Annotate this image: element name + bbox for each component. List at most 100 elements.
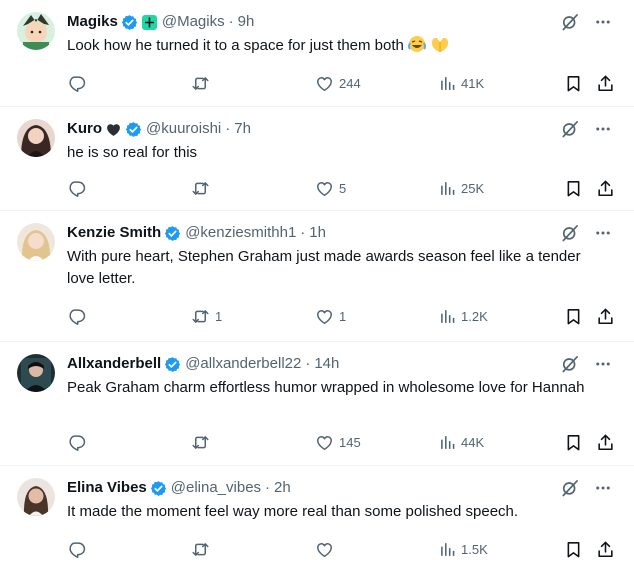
bookmark-button[interactable] <box>564 73 583 93</box>
tweet-text: It made the moment feel way more real th… <box>67 501 607 523</box>
tweet-text: Look how he turned it to a space for jus… <box>67 35 607 60</box>
like-button[interactable]: 1 <box>315 306 346 326</box>
more-icon[interactable] <box>594 224 612 242</box>
more-icon[interactable] <box>594 355 612 373</box>
user-handle[interactable]: @kuuroishi <box>146 119 221 139</box>
timestamp[interactable]: 2h <box>274 478 291 498</box>
views-button[interactable]: 25K <box>439 178 484 198</box>
timestamp[interactable]: 1h <box>309 223 326 243</box>
views-icon <box>439 308 456 325</box>
tweet-text-content: It made the moment feel way more real th… <box>67 503 519 520</box>
user-handle[interactable]: @allxanderbell22 <box>185 354 301 374</box>
grok-icon[interactable] <box>560 478 580 498</box>
bookmark-button[interactable] <box>564 539 583 559</box>
verified-badge-icon <box>164 225 181 242</box>
display-name[interactable]: Kenzie Smith <box>67 223 161 243</box>
black-heart-emoji-icon <box>105 121 122 138</box>
retweet-button[interactable]: 1 <box>191 306 222 326</box>
reply-icon <box>67 307 86 326</box>
retweet-button[interactable] <box>191 432 215 452</box>
avatar[interactable] <box>17 223 55 261</box>
views-button[interactable]: 41K <box>439 73 484 93</box>
laughing-crying-emoji-icon <box>407 35 426 60</box>
reply-button[interactable] <box>67 432 91 452</box>
share-button[interactable] <box>596 432 615 452</box>
avatar[interactable] <box>17 119 55 157</box>
reply-button[interactable] <box>67 178 91 198</box>
reply-button[interactable] <box>67 73 91 93</box>
bookmark-icon <box>564 433 583 452</box>
share-button[interactable] <box>596 539 615 559</box>
tweet-header-icons <box>560 12 612 32</box>
tweet-header-icons <box>560 119 612 139</box>
bookmark-button[interactable] <box>564 306 583 326</box>
heart-icon <box>315 74 334 93</box>
avatar[interactable] <box>17 12 55 50</box>
heart-icon <box>315 433 334 452</box>
reply-button[interactable] <box>67 306 91 326</box>
share-button[interactable] <box>596 73 615 93</box>
separator-dot: · <box>228 13 234 30</box>
tweet-kuro[interactable]: Kuro @kuuroishi · 7h he is so real for t… <box>0 107 634 211</box>
display-name[interactable]: Kuro <box>67 119 102 139</box>
share-icon <box>596 179 615 198</box>
reply-icon <box>67 74 86 93</box>
view-count: 44K <box>461 434 485 450</box>
display-name[interactable]: Elina Vibes <box>67 478 147 498</box>
like-button[interactable]: 145 <box>315 432 361 452</box>
like-button[interactable] <box>315 539 339 559</box>
separator-dot: · <box>300 224 306 241</box>
tweet-actions: 1.5K <box>67 539 617 559</box>
retweet-button[interactable] <box>191 178 215 198</box>
heart-icon <box>315 179 334 198</box>
tweet-header-icons <box>560 478 612 498</box>
grok-icon[interactable] <box>560 119 580 139</box>
share-icon <box>596 433 615 452</box>
heart-hands-emoji-icon <box>430 35 450 60</box>
tweet-header: Magiks @Magiks · 9h <box>67 12 254 32</box>
user-handle[interactable]: @kenziesmithh1 <box>185 223 296 243</box>
views-icon <box>439 541 456 558</box>
grok-icon[interactable] <box>560 354 580 374</box>
timestamp[interactable]: 14h <box>314 354 339 374</box>
bookmark-button[interactable] <box>564 432 583 452</box>
display-name[interactable]: Magiks <box>67 12 118 32</box>
affiliate-badge-icon[interactable] <box>141 14 158 31</box>
verified-badge-icon <box>125 121 142 138</box>
more-icon[interactable] <box>594 479 612 497</box>
verified-badge-icon <box>150 480 167 497</box>
reply-button[interactable] <box>67 539 91 559</box>
retweet-button[interactable] <box>191 73 215 93</box>
tweet-elina-vibes[interactable]: Elina Vibes @elina_vibes · 2h It made th… <box>0 466 634 569</box>
user-handle[interactable]: @Magiks <box>162 12 225 32</box>
retweet-button[interactable] <box>191 539 215 559</box>
more-icon[interactable] <box>594 13 612 31</box>
tweet-allxanderbell[interactable]: Allxanderbell @allxanderbell22 · 14h Pea… <box>0 342 634 466</box>
tweet-kenzie-smith[interactable]: Kenzie Smith @kenziesmithh1 · 1h With pu… <box>0 211 634 342</box>
reply-icon <box>67 179 86 198</box>
tweet-actions: 244 41K <box>67 73 617 93</box>
tweet-magiks[interactable]: Magiks @Magiks · 9h Look how he turned i… <box>0 0 634 107</box>
share-button[interactable] <box>596 306 615 326</box>
user-handle[interactable]: @elina_vibes <box>171 478 261 498</box>
display-name[interactable]: Allxanderbell <box>67 354 161 374</box>
like-count: 5 <box>339 180 347 196</box>
share-icon <box>596 540 615 559</box>
tweet-text-content: Peak Graham charm effortless humor wrapp… <box>67 379 585 396</box>
like-button[interactable]: 244 <box>315 73 361 93</box>
grok-icon[interactable] <box>560 12 580 32</box>
bookmark-icon <box>564 179 583 198</box>
avatar[interactable] <box>17 478 55 516</box>
views-button[interactable]: 44K <box>439 432 484 452</box>
share-icon <box>596 307 615 326</box>
avatar[interactable] <box>17 354 55 392</box>
share-button[interactable] <box>596 178 615 198</box>
grok-icon[interactable] <box>560 223 580 243</box>
timestamp[interactable]: 9h <box>238 12 255 32</box>
bookmark-button[interactable] <box>564 178 583 198</box>
views-button[interactable]: 1.2K <box>439 306 488 326</box>
more-icon[interactable] <box>594 120 612 138</box>
views-button[interactable]: 1.5K <box>439 539 488 559</box>
like-button[interactable]: 5 <box>315 178 346 198</box>
timestamp[interactable]: 7h <box>234 119 251 139</box>
